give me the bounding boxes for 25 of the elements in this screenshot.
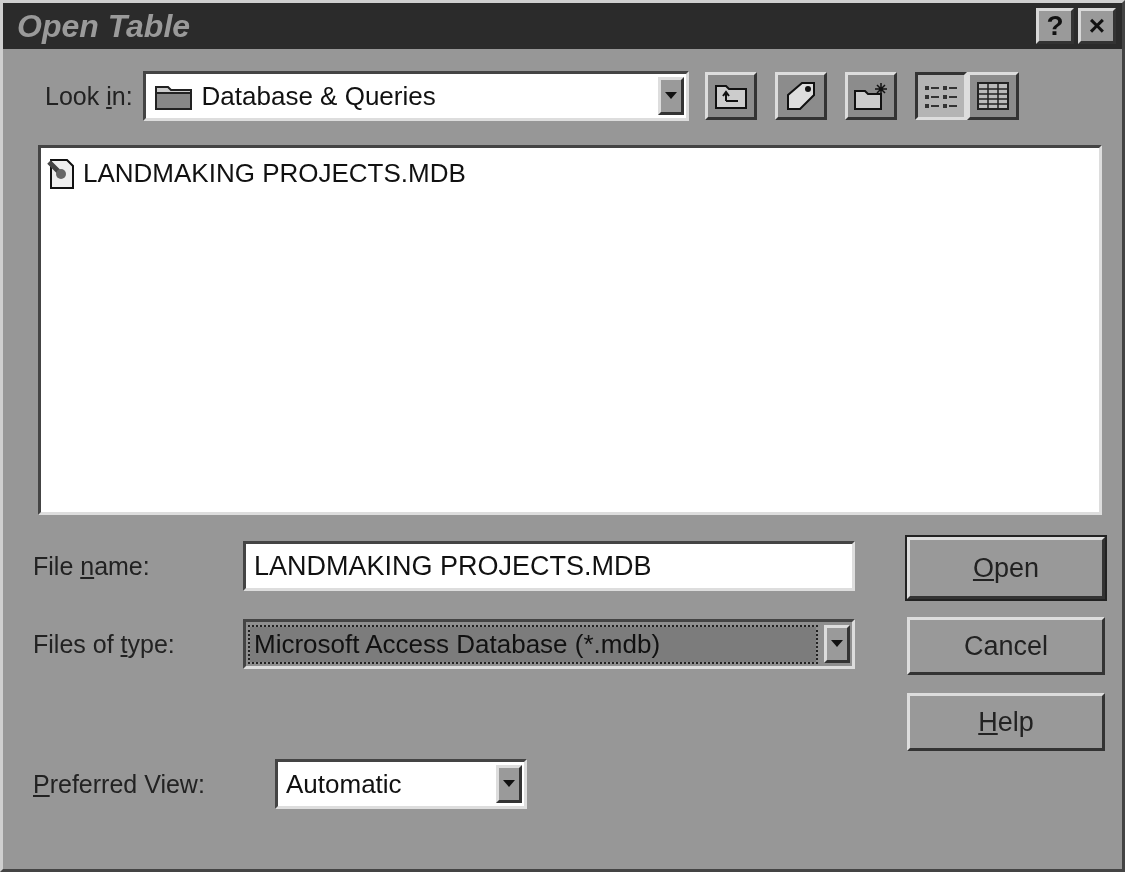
window-title: Open Table: [17, 7, 191, 45]
dropdown-button[interactable]: [496, 765, 522, 803]
dialog-button[interactable]: Help: [907, 693, 1105, 751]
field-label: Files of type:: [33, 629, 176, 659]
field-label: Preferred View:: [33, 769, 206, 799]
dropdown-button[interactable]: [657, 77, 684, 115]
file-type-dropdown[interactable]: Microsoft Access Database (*.mdb): [243, 619, 855, 669]
dropdown-button[interactable]: [824, 625, 850, 663]
dialog-button[interactable]: Cancel: [907, 617, 1105, 675]
help-button[interactable]: ?: [1036, 8, 1074, 44]
toolbar-button[interactable]: [914, 72, 967, 120]
details-view-icon: [975, 81, 1010, 111]
caret-icon: [664, 92, 677, 100]
dialog-button[interactable]: Open: [907, 537, 1105, 599]
caret-icon: [503, 780, 515, 788]
field-label: Look in:: [45, 81, 133, 111]
preferred-view-dropdown[interactable]: Automatic: [275, 759, 527, 809]
new-folder-icon: [852, 81, 889, 111]
file-item[interactable]: LANDMAKING PROJECTS.MDB: [81, 157, 468, 189]
file-name-field[interactable]: LANDMAKING PROJECTS.MDB: [243, 541, 855, 591]
look-in-dropdown[interactable]: Database & Queries: [142, 71, 689, 121]
close-button[interactable]: ×: [1078, 8, 1116, 44]
up-folder-icon: [713, 82, 748, 110]
field-label: File name:: [33, 551, 151, 581]
caret-icon: [831, 640, 843, 648]
